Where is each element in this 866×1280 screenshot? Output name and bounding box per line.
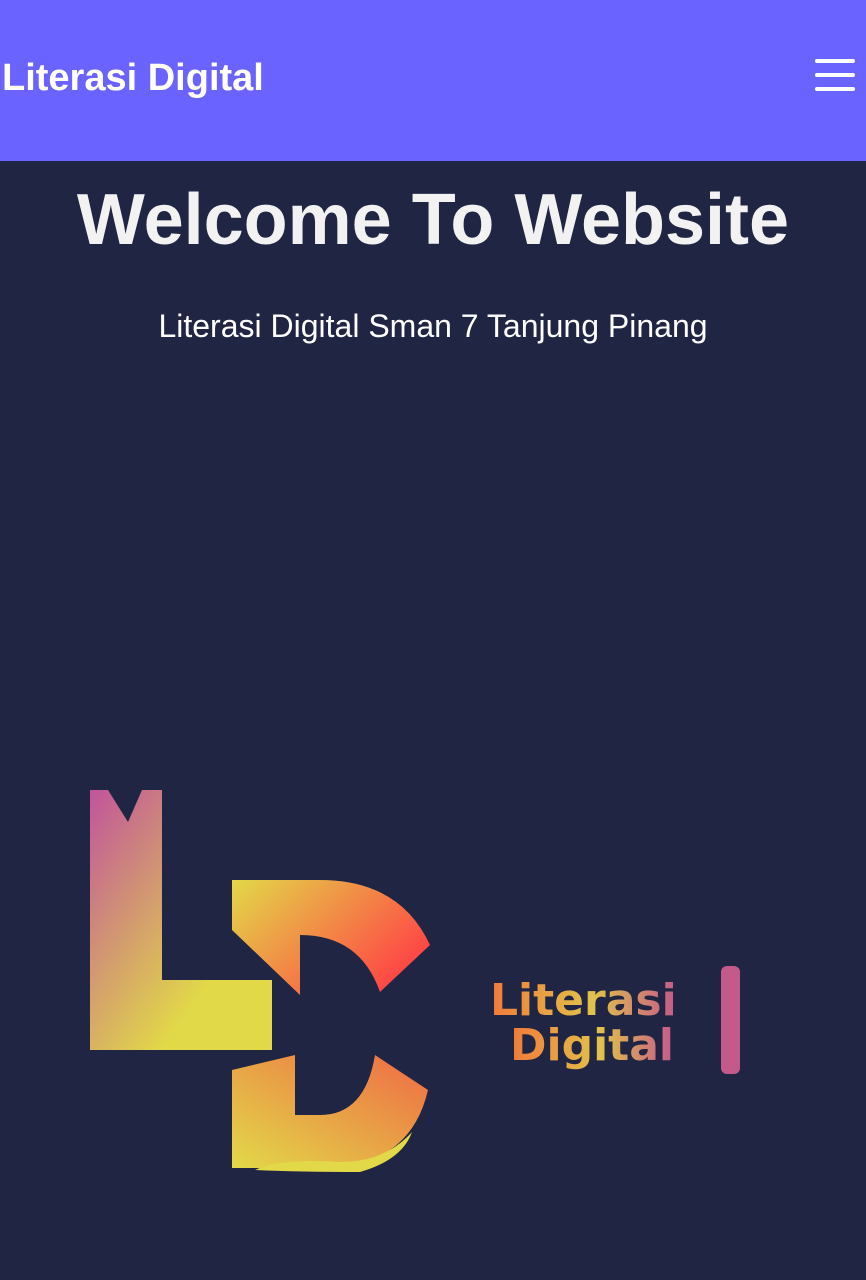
hamburger-menu-icon: [815, 59, 855, 63]
logo-letter-d-top: [232, 880, 430, 995]
logo-wordmark-line2: Digital: [510, 1020, 674, 1071]
brand-title[interactable]: Literasi Digital: [2, 54, 264, 102]
hamburger-menu-icon: [815, 87, 855, 91]
hamburger-menu-icon: [815, 73, 855, 77]
logo-bar: [721, 966, 740, 1074]
hero-title: Welcome To Website: [76, 180, 790, 260]
top-navbar: Literasi Digital: [0, 0, 866, 161]
literasi-digital-logo: Literasi Digital: [80, 780, 760, 1190]
hero-subtitle: Literasi Digital Sman 7 Tanjung Pinang: [158, 308, 708, 344]
hamburger-menu-button[interactable]: [812, 56, 858, 94]
logo-graphic: Literasi Digital: [90, 790, 740, 1172]
logo-wordmark-line1: Literasi: [490, 975, 677, 1026]
